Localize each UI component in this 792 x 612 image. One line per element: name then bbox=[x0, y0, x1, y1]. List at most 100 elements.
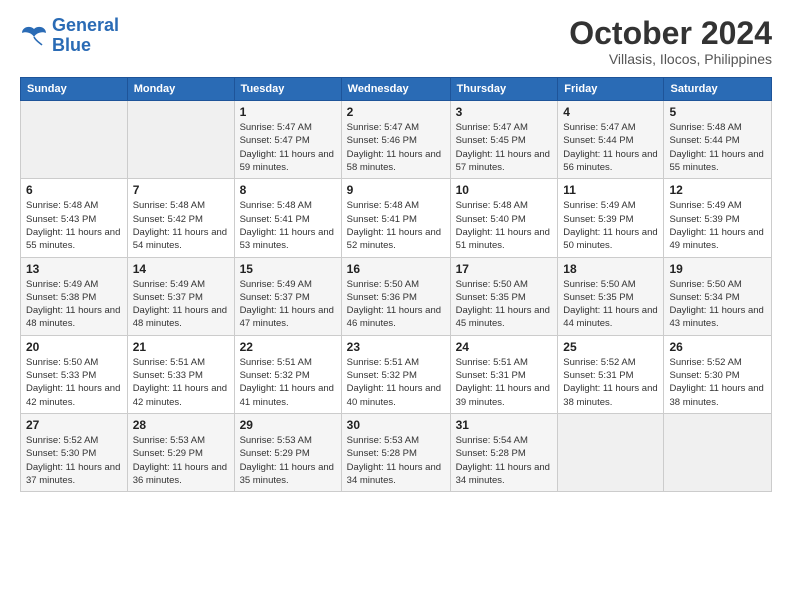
table-row: 31 Sunrise: 5:54 AM Sunset: 5:28 PM Dayli… bbox=[450, 413, 558, 491]
logo-bird-icon bbox=[20, 25, 48, 47]
table-row: 8Sunrise: 5:48 AM Sunset: 5:41 PM Daylig… bbox=[234, 179, 341, 257]
table-row: 11Sunrise: 5:49 AM Sunset: 5:39 PM Dayli… bbox=[558, 179, 664, 257]
day-number: 19 bbox=[669, 262, 766, 276]
day-number: 14 bbox=[133, 262, 229, 276]
table-row: 25 Sunrise: 5:52 AM Sunset: 5:31 PM Dayli… bbox=[558, 335, 664, 413]
table-row: 17 Sunrise: 5:50 AM Sunset: 5:35 PM Dayli… bbox=[450, 257, 558, 335]
day-number: 9 bbox=[347, 183, 445, 197]
table-row: 10Sunrise: 5:48 AM Sunset: 5:40 PM Dayli… bbox=[450, 179, 558, 257]
day-number: 25 bbox=[563, 340, 658, 354]
table-row: 23Sunrise: 5:51 AM Sunset: 5:32 PM Dayli… bbox=[341, 335, 450, 413]
day-info: Sunrise: 5:53 AM Sunset: 5:29 PM Dayligh… bbox=[240, 434, 336, 487]
day-info: Sunrise: 5:52 AM Sunset: 5:30 PM Dayligh… bbox=[669, 356, 766, 409]
day-info: Sunrise: 5:51 AM Sunset: 5:31 PM Dayligh… bbox=[456, 356, 553, 409]
day-info: Sunrise: 5:50 AM Sunset: 5:34 PM Dayligh… bbox=[669, 278, 766, 331]
day-number: 17 bbox=[456, 262, 553, 276]
day-number: 6 bbox=[26, 183, 122, 197]
table-row bbox=[558, 413, 664, 491]
day-number: 11 bbox=[563, 183, 658, 197]
table-row: 6 Sunrise: 5:48 AM Sunset: 5:43 PM Daylig… bbox=[21, 179, 128, 257]
day-info: Sunrise: 5:47 AM Sunset: 5:47 PM Dayligh… bbox=[240, 121, 336, 174]
day-number: 20 bbox=[26, 340, 122, 354]
header: General Blue October 2024 Villasis, Iloc… bbox=[20, 16, 772, 67]
table-row: 1 Sunrise: 5:47 AM Sunset: 5:47 PM Daylig… bbox=[234, 101, 341, 179]
col-monday: Monday bbox=[127, 78, 234, 101]
table-row: 26Sunrise: 5:52 AM Sunset: 5:30 PM Dayli… bbox=[664, 335, 772, 413]
day-info: Sunrise: 5:54 AM Sunset: 5:28 PM Dayligh… bbox=[456, 434, 553, 487]
table-row bbox=[127, 101, 234, 179]
calendar-week-3: 13 Sunrise: 5:49 AM Sunset: 5:38 PM Dayli… bbox=[21, 257, 772, 335]
col-friday: Friday bbox=[558, 78, 664, 101]
day-number: 4 bbox=[563, 105, 658, 119]
day-number: 22 bbox=[240, 340, 336, 354]
day-info: Sunrise: 5:52 AM Sunset: 5:31 PM Dayligh… bbox=[563, 356, 658, 409]
day-info: Sunrise: 5:51 AM Sunset: 5:32 PM Dayligh… bbox=[347, 356, 445, 409]
col-sunday: Sunday bbox=[21, 78, 128, 101]
day-number: 29 bbox=[240, 418, 336, 432]
logo: General Blue bbox=[20, 16, 119, 56]
table-row: 13 Sunrise: 5:49 AM Sunset: 5:38 PM Dayli… bbox=[21, 257, 128, 335]
title-block: October 2024 Villasis, Ilocos, Philippin… bbox=[569, 16, 772, 67]
day-info: Sunrise: 5:52 AM Sunset: 5:30 PM Dayligh… bbox=[26, 434, 122, 487]
day-info: Sunrise: 5:48 AM Sunset: 5:44 PM Dayligh… bbox=[669, 121, 766, 174]
table-row bbox=[21, 101, 128, 179]
month-title: October 2024 bbox=[569, 16, 772, 51]
day-number: 3 bbox=[456, 105, 553, 119]
table-row bbox=[664, 413, 772, 491]
day-number: 21 bbox=[133, 340, 229, 354]
day-info: Sunrise: 5:50 AM Sunset: 5:35 PM Dayligh… bbox=[456, 278, 553, 331]
day-info: Sunrise: 5:51 AM Sunset: 5:33 PM Dayligh… bbox=[133, 356, 229, 409]
day-number: 1 bbox=[240, 105, 336, 119]
table-row: 4Sunrise: 5:47 AM Sunset: 5:44 PM Daylig… bbox=[558, 101, 664, 179]
table-row: 30 Sunrise: 5:53 AM Sunset: 5:28 PM Dayli… bbox=[341, 413, 450, 491]
day-number: 30 bbox=[347, 418, 445, 432]
day-number: 31 bbox=[456, 418, 553, 432]
day-number: 7 bbox=[133, 183, 229, 197]
day-info: Sunrise: 5:49 AM Sunset: 5:39 PM Dayligh… bbox=[669, 199, 766, 252]
day-info: Sunrise: 5:50 AM Sunset: 5:36 PM Dayligh… bbox=[347, 278, 445, 331]
day-number: 12 bbox=[669, 183, 766, 197]
day-info: Sunrise: 5:48 AM Sunset: 5:41 PM Dayligh… bbox=[347, 199, 445, 252]
table-row: 12 Sunrise: 5:49 AM Sunset: 5:39 PM Dayli… bbox=[664, 179, 772, 257]
table-row: 21 Sunrise: 5:51 AM Sunset: 5:33 PM Dayli… bbox=[127, 335, 234, 413]
day-number: 16 bbox=[347, 262, 445, 276]
day-info: Sunrise: 5:53 AM Sunset: 5:28 PM Dayligh… bbox=[347, 434, 445, 487]
day-info: Sunrise: 5:48 AM Sunset: 5:41 PM Dayligh… bbox=[240, 199, 336, 252]
day-number: 13 bbox=[26, 262, 122, 276]
logo-text: General Blue bbox=[52, 16, 119, 56]
table-row: 9 Sunrise: 5:48 AM Sunset: 5:41 PM Daylig… bbox=[341, 179, 450, 257]
day-info: Sunrise: 5:47 AM Sunset: 5:46 PM Dayligh… bbox=[347, 121, 445, 174]
day-number: 27 bbox=[26, 418, 122, 432]
day-info: Sunrise: 5:48 AM Sunset: 5:42 PM Dayligh… bbox=[133, 199, 229, 252]
day-number: 2 bbox=[347, 105, 445, 119]
day-info: Sunrise: 5:49 AM Sunset: 5:38 PM Dayligh… bbox=[26, 278, 122, 331]
col-tuesday: Tuesday bbox=[234, 78, 341, 101]
day-number: 28 bbox=[133, 418, 229, 432]
day-info: Sunrise: 5:49 AM Sunset: 5:37 PM Dayligh… bbox=[133, 278, 229, 331]
day-number: 10 bbox=[456, 183, 553, 197]
day-number: 15 bbox=[240, 262, 336, 276]
calendar-week-4: 20Sunrise: 5:50 AM Sunset: 5:33 PM Dayli… bbox=[21, 335, 772, 413]
page: General Blue October 2024 Villasis, Iloc… bbox=[0, 0, 792, 612]
day-info: Sunrise: 5:49 AM Sunset: 5:37 PM Dayligh… bbox=[240, 278, 336, 331]
table-row: 20Sunrise: 5:50 AM Sunset: 5:33 PM Dayli… bbox=[21, 335, 128, 413]
table-row: 28 Sunrise: 5:53 AM Sunset: 5:29 PM Dayli… bbox=[127, 413, 234, 491]
table-row: 2 Sunrise: 5:47 AM Sunset: 5:46 PM Daylig… bbox=[341, 101, 450, 179]
table-row: 5Sunrise: 5:48 AM Sunset: 5:44 PM Daylig… bbox=[664, 101, 772, 179]
table-row: 24Sunrise: 5:51 AM Sunset: 5:31 PM Dayli… bbox=[450, 335, 558, 413]
calendar-week-1: 1 Sunrise: 5:47 AM Sunset: 5:47 PM Daylig… bbox=[21, 101, 772, 179]
day-info: Sunrise: 5:53 AM Sunset: 5:29 PM Dayligh… bbox=[133, 434, 229, 487]
table-row: 15 Sunrise: 5:49 AM Sunset: 5:37 PM Dayli… bbox=[234, 257, 341, 335]
col-saturday: Saturday bbox=[664, 78, 772, 101]
day-number: 18 bbox=[563, 262, 658, 276]
table-row: 27 Sunrise: 5:52 AM Sunset: 5:30 PM Dayli… bbox=[21, 413, 128, 491]
calendar-header-row: Sunday Monday Tuesday Wednesday Thursday… bbox=[21, 78, 772, 101]
day-info: Sunrise: 5:48 AM Sunset: 5:43 PM Dayligh… bbox=[26, 199, 122, 252]
table-row: 14 Sunrise: 5:49 AM Sunset: 5:37 PM Dayli… bbox=[127, 257, 234, 335]
table-row: 22 Sunrise: 5:51 AM Sunset: 5:32 PM Dayli… bbox=[234, 335, 341, 413]
calendar-week-5: 27 Sunrise: 5:52 AM Sunset: 5:30 PM Dayli… bbox=[21, 413, 772, 491]
day-info: Sunrise: 5:51 AM Sunset: 5:32 PM Dayligh… bbox=[240, 356, 336, 409]
day-info: Sunrise: 5:50 AM Sunset: 5:35 PM Dayligh… bbox=[563, 278, 658, 331]
table-row: 3Sunrise: 5:47 AM Sunset: 5:45 PM Daylig… bbox=[450, 101, 558, 179]
calendar-week-2: 6 Sunrise: 5:48 AM Sunset: 5:43 PM Daylig… bbox=[21, 179, 772, 257]
